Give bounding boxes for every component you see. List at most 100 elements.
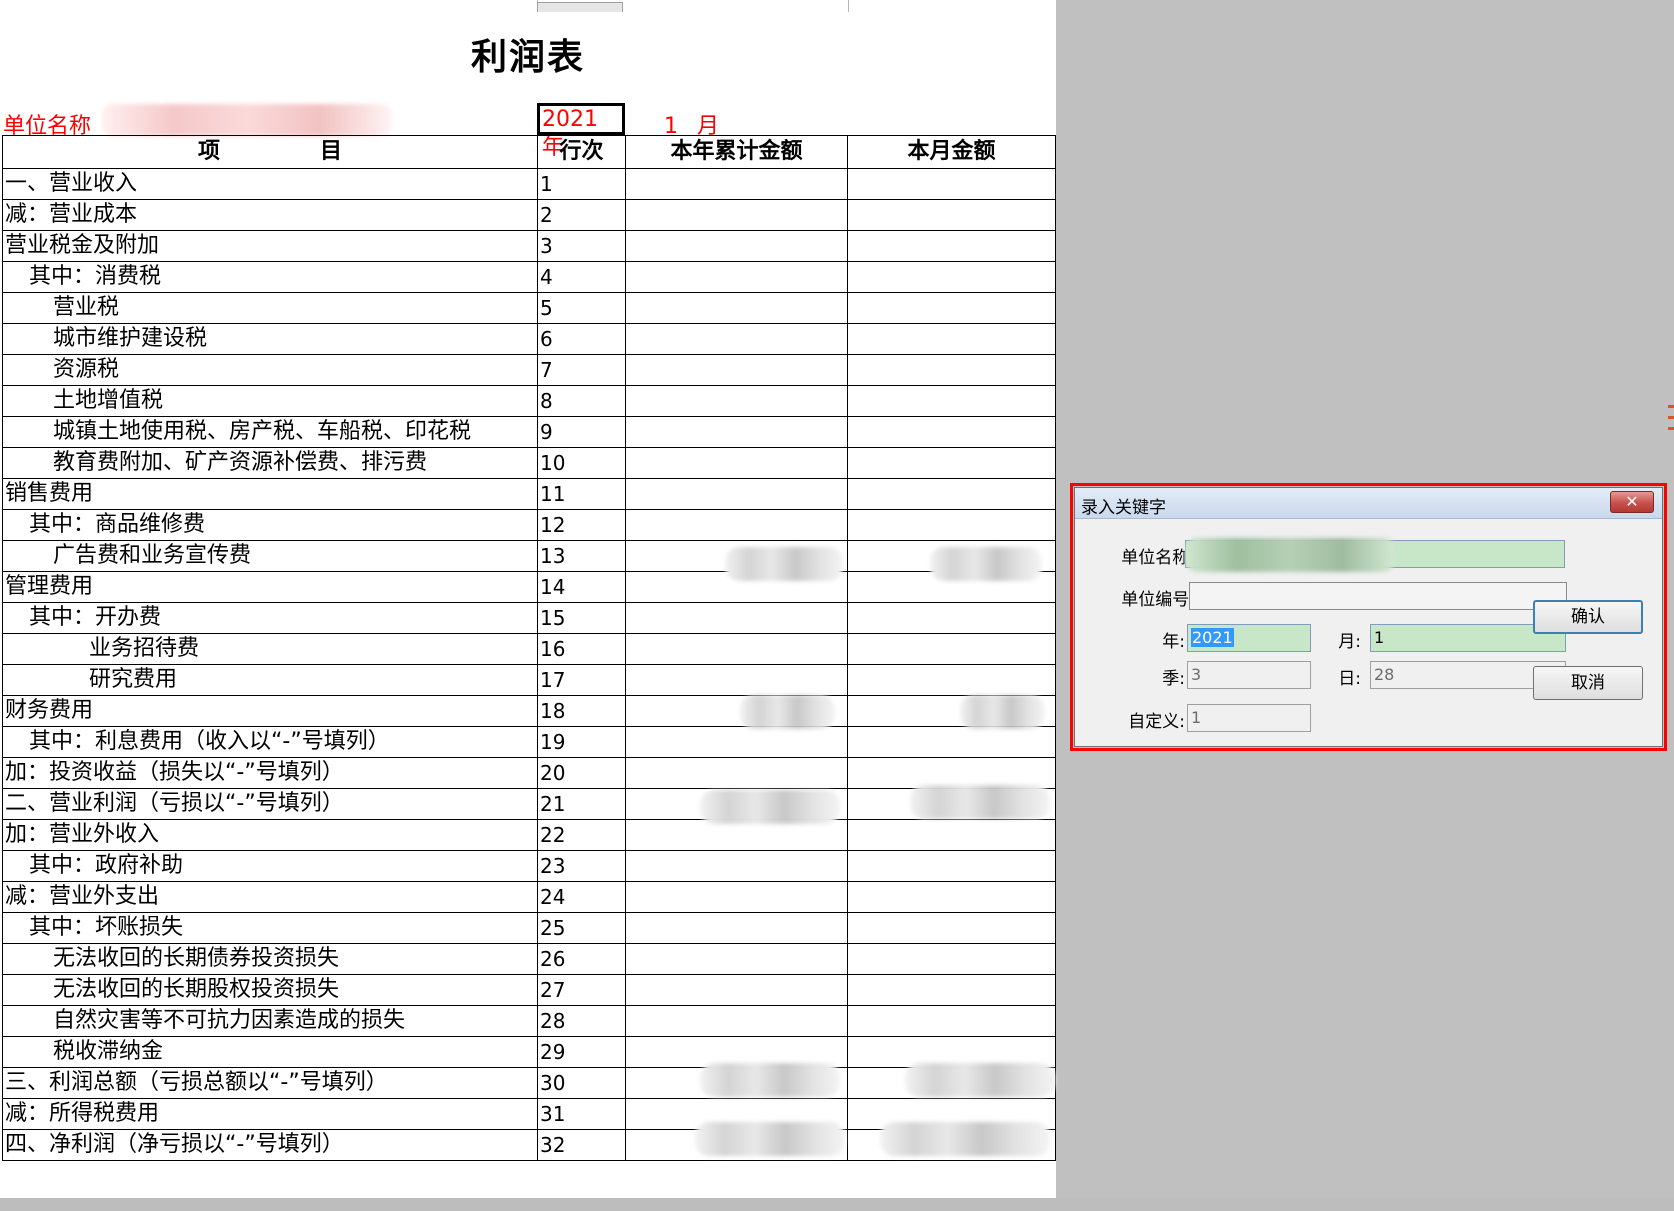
row-line-cell[interactable]: 1	[537, 168, 626, 200]
row-ytd-amount-cell[interactable]	[625, 323, 848, 355]
row-item-cell[interactable]: 土地增值税	[2, 385, 538, 417]
row-line-cell[interactable]: 4	[537, 261, 626, 293]
row-month-amount-cell[interactable]	[847, 881, 1056, 913]
row-line-cell[interactable]: 28	[537, 1005, 626, 1037]
row-line-cell[interactable]: 6	[537, 323, 626, 355]
row-line-cell[interactable]: 21	[537, 788, 626, 820]
row-month-amount-cell[interactable]	[847, 943, 1056, 975]
row-line-cell[interactable]: 8	[537, 385, 626, 417]
row-month-amount-cell[interactable]	[847, 726, 1056, 758]
row-item-cell[interactable]: 销售费用	[2, 478, 538, 510]
row-line-cell[interactable]: 27	[537, 974, 626, 1006]
row-ytd-amount-cell[interactable]	[625, 230, 848, 262]
row-item-cell[interactable]: 其中：利息费用（收入以“-”号填列）	[2, 726, 538, 758]
row-line-cell[interactable]: 31	[537, 1098, 626, 1130]
row-item-cell[interactable]: 财务费用	[2, 695, 538, 727]
row-item-cell[interactable]: 减：营业成本	[2, 199, 538, 231]
row-ytd-amount-cell[interactable]	[625, 199, 848, 231]
row-item-cell[interactable]: 其中：商品维修费	[2, 509, 538, 541]
row-month-amount-cell[interactable]	[847, 323, 1056, 355]
row-month-amount-cell[interactable]	[847, 819, 1056, 851]
row-line-cell[interactable]: 15	[537, 602, 626, 634]
row-ytd-amount-cell[interactable]	[625, 881, 848, 913]
row-ytd-amount-cell[interactable]	[625, 261, 848, 293]
confirm-button[interactable]: 确认	[1533, 600, 1643, 634]
row-ytd-amount-cell[interactable]	[625, 943, 848, 975]
row-ytd-amount-cell[interactable]	[625, 385, 848, 417]
row-item-cell[interactable]: 减：所得税费用	[2, 1098, 538, 1130]
row-line-cell[interactable]: 7	[537, 354, 626, 386]
row-ytd-amount-cell[interactable]	[625, 850, 848, 882]
row-ytd-amount-cell[interactable]	[625, 602, 848, 634]
row-month-amount-cell[interactable]	[847, 230, 1056, 262]
row-month-amount-cell[interactable]	[847, 478, 1056, 510]
row-month-amount-cell[interactable]	[847, 354, 1056, 386]
row-ytd-amount-cell[interactable]	[625, 416, 848, 448]
row-item-cell[interactable]: 管理费用	[2, 571, 538, 603]
row-item-cell[interactable]: 加：营业外收入	[2, 819, 538, 851]
row-ytd-amount-cell[interactable]	[625, 726, 848, 758]
row-ytd-amount-cell[interactable]	[625, 354, 848, 386]
unit-code-field[interactable]	[1189, 582, 1567, 610]
row-item-cell[interactable]: 营业税金及附加	[2, 230, 538, 262]
close-button[interactable]: ✕	[1610, 491, 1654, 513]
row-line-cell[interactable]: 25	[537, 912, 626, 944]
row-month-amount-cell[interactable]	[847, 261, 1056, 293]
row-line-cell[interactable]: 10	[537, 447, 626, 479]
row-item-cell[interactable]: 研究费用	[2, 664, 538, 696]
row-month-amount-cell[interactable]	[847, 602, 1056, 634]
row-ytd-amount-cell[interactable]	[625, 912, 848, 944]
row-month-amount-cell[interactable]	[847, 385, 1056, 417]
row-item-cell[interactable]: 减：营业外支出	[2, 881, 538, 913]
row-line-cell[interactable]: 13	[537, 540, 626, 572]
row-item-cell[interactable]: 自然灾害等不可抗力因素造成的损失	[2, 1005, 538, 1037]
row-line-cell[interactable]: 11	[537, 478, 626, 510]
row-line-cell[interactable]: 20	[537, 757, 626, 789]
row-ytd-amount-cell[interactable]	[625, 509, 848, 541]
row-line-cell[interactable]: 29	[537, 1036, 626, 1068]
row-item-cell[interactable]: 其中：消费税	[2, 261, 538, 293]
row-ytd-amount-cell[interactable]	[625, 168, 848, 200]
cancel-button[interactable]: 取消	[1533, 666, 1643, 700]
row-month-amount-cell[interactable]	[847, 850, 1056, 882]
custom-field[interactable]: 1	[1187, 704, 1311, 732]
row-line-cell[interactable]: 18	[537, 695, 626, 727]
row-month-amount-cell[interactable]	[847, 416, 1056, 448]
row-month-amount-cell[interactable]	[847, 664, 1056, 696]
row-item-cell[interactable]: 二、营业利润（亏损以“-”号填列）	[2, 788, 538, 820]
row-line-cell[interactable]: 24	[537, 881, 626, 913]
row-month-amount-cell[interactable]	[847, 912, 1056, 944]
row-month-amount-cell[interactable]	[847, 168, 1056, 200]
row-line-cell[interactable]: 17	[537, 664, 626, 696]
row-month-amount-cell[interactable]	[847, 292, 1056, 324]
row-line-cell[interactable]: 14	[537, 571, 626, 603]
row-line-cell[interactable]: 22	[537, 819, 626, 851]
quarter-field[interactable]: 3	[1187, 661, 1311, 689]
row-item-cell[interactable]: 四、净利润（净亏损以“-”号填列）	[2, 1129, 538, 1161]
row-item-cell[interactable]: 城镇土地使用税、房产税、车船税、印花税	[2, 416, 538, 448]
row-month-amount-cell[interactable]	[847, 1005, 1056, 1037]
row-item-cell[interactable]: 其中：坏账损失	[2, 912, 538, 944]
row-item-cell[interactable]: 无法收回的长期债券投资损失	[2, 943, 538, 975]
row-month-amount-cell[interactable]	[847, 633, 1056, 665]
row-month-amount-cell[interactable]	[847, 199, 1056, 231]
row-line-cell[interactable]: 19	[537, 726, 626, 758]
row-line-cell[interactable]: 9	[537, 416, 626, 448]
row-month-amount-cell[interactable]	[847, 757, 1056, 789]
row-item-cell[interactable]: 其中：政府补助	[2, 850, 538, 882]
row-item-cell[interactable]: 一、营业收入	[2, 168, 538, 200]
row-line-cell[interactable]: 5	[537, 292, 626, 324]
row-line-cell[interactable]: 2	[537, 199, 626, 231]
year-cell[interactable]: 2021 年	[537, 103, 625, 160]
row-ytd-amount-cell[interactable]	[625, 478, 848, 510]
row-item-cell[interactable]: 城市维护建设税	[2, 323, 538, 355]
row-item-cell[interactable]: 税收滞纳金	[2, 1036, 538, 1068]
row-ytd-amount-cell[interactable]	[625, 633, 848, 665]
row-item-cell[interactable]: 资源税	[2, 354, 538, 386]
row-ytd-amount-cell[interactable]	[625, 664, 848, 696]
row-item-cell[interactable]: 业务招待费	[2, 633, 538, 665]
row-ytd-amount-cell[interactable]	[625, 1005, 848, 1037]
row-item-cell[interactable]: 三、利润总额（亏损总额以“-”号填列）	[2, 1067, 538, 1099]
row-ytd-amount-cell[interactable]	[625, 757, 848, 789]
row-line-cell[interactable]: 32	[537, 1129, 626, 1161]
